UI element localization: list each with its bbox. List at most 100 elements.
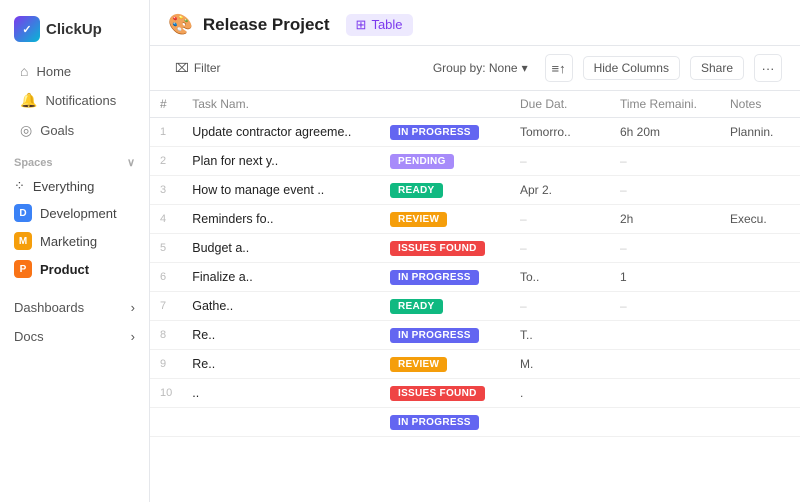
space-item-everything[interactable]: ⁘ Everything (0, 173, 149, 199)
notes (720, 292, 800, 321)
task-name[interactable]: Re.. (182, 350, 380, 379)
sidebar-item-dashboards[interactable]: Dashboards › (0, 293, 149, 322)
col-header-status (380, 91, 510, 118)
due-date: Tomorro.. (510, 118, 610, 147)
row-num: 6 (150, 263, 182, 292)
status-badge: ISSUES FOUND (390, 241, 485, 256)
table-row[interactable]: 9Re..REVIEWM. (150, 350, 800, 379)
space-label-everything: Everything (33, 179, 94, 194)
logo-text: ClickUp (46, 21, 102, 38)
task-name[interactable]: Re.. (182, 321, 380, 350)
table-row[interactable]: 1Update contractor agreeme..IN PROGRESST… (150, 118, 800, 147)
task-status: IN PROGRESS (380, 118, 510, 147)
table-row[interactable]: 10..ISSUES FOUND. (150, 379, 800, 408)
sidebar-item-notifications-label: Notifications (45, 93, 116, 108)
status-badge: IN PROGRESS (390, 270, 479, 285)
due-date (510, 408, 610, 437)
notes (720, 350, 800, 379)
task-name[interactable]: How to manage event .. (182, 176, 380, 205)
due-date: – (510, 205, 610, 234)
table-row[interactable]: 3How to manage event ..READYApr 2.– (150, 176, 800, 205)
status-badge: ISSUES FOUND (390, 386, 485, 401)
main-content: 🎨 Release Project ⊞ Table ⌧ Filter Group… (150, 0, 800, 502)
docs-expand-icon: › (131, 329, 135, 344)
time-remaining: 2h (610, 205, 720, 234)
notes (720, 321, 800, 350)
share-button[interactable]: Share (690, 56, 744, 80)
due-date: T.. (510, 321, 610, 350)
task-name[interactable]: Budget a.. (182, 234, 380, 263)
space-item-marketing[interactable]: M Marketing (0, 227, 149, 255)
table-row[interactable]: IN PROGRESS (150, 408, 800, 437)
more-options-button[interactable]: ··· (754, 54, 782, 82)
task-name[interactable]: Reminders fo.. (182, 205, 380, 234)
row-num: 1 (150, 118, 182, 147)
sidebar-item-home[interactable]: ⌂ Home (6, 57, 143, 85)
space-item-development[interactable]: D Development (0, 199, 149, 227)
table-view-icon: ⊞ (356, 17, 367, 33)
status-badge: IN PROGRESS (390, 328, 479, 343)
table-row[interactable]: 6Finalize a.. IN PROGRESS To..1 (150, 263, 800, 292)
logo: ✓ ClickUp (0, 12, 149, 56)
table-row[interactable]: 8Re..IN PROGRESST.. (150, 321, 800, 350)
notes (720, 147, 800, 176)
time-remaining: – (610, 147, 720, 176)
task-name[interactable]: Finalize a.. (182, 263, 380, 292)
table-row[interactable]: 4Reminders fo..REVIEW–2hExecu. (150, 205, 800, 234)
marketing-dot: M (14, 232, 32, 250)
hide-columns-button[interactable]: Hide Columns (583, 56, 680, 80)
notes: Plannin. (720, 118, 800, 147)
time-remaining: 6h 20m (610, 118, 720, 147)
sidebar-item-goals[interactable]: ◎ Goals (6, 116, 143, 145)
sidebar-item-notifications[interactable]: 🔔 Notifications (6, 86, 143, 115)
groupby-button[interactable]: Group by: None ▾ (426, 58, 535, 78)
task-status: ISSUES FOUND (380, 379, 510, 408)
spaces-collapse-icon[interactable]: ∨ (127, 156, 135, 169)
goals-icon: ◎ (20, 122, 32, 139)
filter-label: Filter (194, 61, 221, 75)
main-header: 🎨 Release Project ⊞ Table (150, 0, 800, 46)
time-remaining (610, 408, 720, 437)
task-name[interactable]: Plan for next y.. (182, 147, 380, 176)
due-date: To.. (510, 263, 610, 292)
status-badge: REVIEW (390, 212, 447, 227)
table-row[interactable]: 7Gathe..READY–– (150, 292, 800, 321)
table-view-label: Table (371, 17, 402, 32)
task-name[interactable]: Gathe.. (182, 292, 380, 321)
table-view-tab[interactable]: ⊞ Table (346, 14, 413, 36)
time-remaining: – (610, 176, 720, 205)
table-row[interactable]: 2Plan for next y..PENDING–– (150, 147, 800, 176)
more-icon: ··· (762, 61, 775, 76)
home-icon: ⌂ (20, 63, 28, 79)
table-header-row: # Task Nam. Due Dat. Time Remaini. Notes (150, 91, 800, 118)
space-item-product[interactable]: P Product (0, 255, 149, 283)
task-status: REVIEW (380, 205, 510, 234)
spaces-section-label: Spaces ∨ (0, 146, 149, 173)
status-badge: REVIEW (390, 357, 447, 372)
task-name[interactable] (182, 408, 380, 437)
status-badge: IN PROGRESS (390, 415, 479, 430)
due-date: – (510, 234, 610, 263)
sidebar-bottom: Dashboards › Docs › (0, 293, 149, 351)
table-row[interactable]: 5Budget a..ISSUES FOUND–– (150, 234, 800, 263)
col-header-due: Due Dat. (510, 91, 610, 118)
sort-button[interactable]: ≡↑ (545, 54, 573, 82)
task-table-container: # Task Nam. Due Dat. Time Remaini. Notes… (150, 91, 800, 502)
due-date: . (510, 379, 610, 408)
product-dot: P (14, 260, 32, 278)
groupby-chevron-icon: ▾ (522, 61, 528, 75)
notes (720, 263, 800, 292)
time-remaining: 1 (610, 263, 720, 292)
due-date: M. (510, 350, 610, 379)
status-badge: READY (390, 299, 443, 314)
time-remaining (610, 379, 720, 408)
task-name[interactable]: Update contractor agreeme.. (182, 118, 380, 147)
task-status: IN PROGRESS (380, 321, 510, 350)
task-name[interactable]: .. (182, 379, 380, 408)
sidebar-item-docs[interactable]: Docs › (0, 322, 149, 351)
sidebar: ✓ ClickUp ⌂ Home 🔔 Notifications ◎ Goals… (0, 0, 150, 502)
due-date: Apr 2. (510, 176, 610, 205)
filter-button[interactable]: ⌧ Filter (168, 58, 228, 78)
row-num: 2 (150, 147, 182, 176)
everything-icon: ⁘ (14, 178, 25, 194)
